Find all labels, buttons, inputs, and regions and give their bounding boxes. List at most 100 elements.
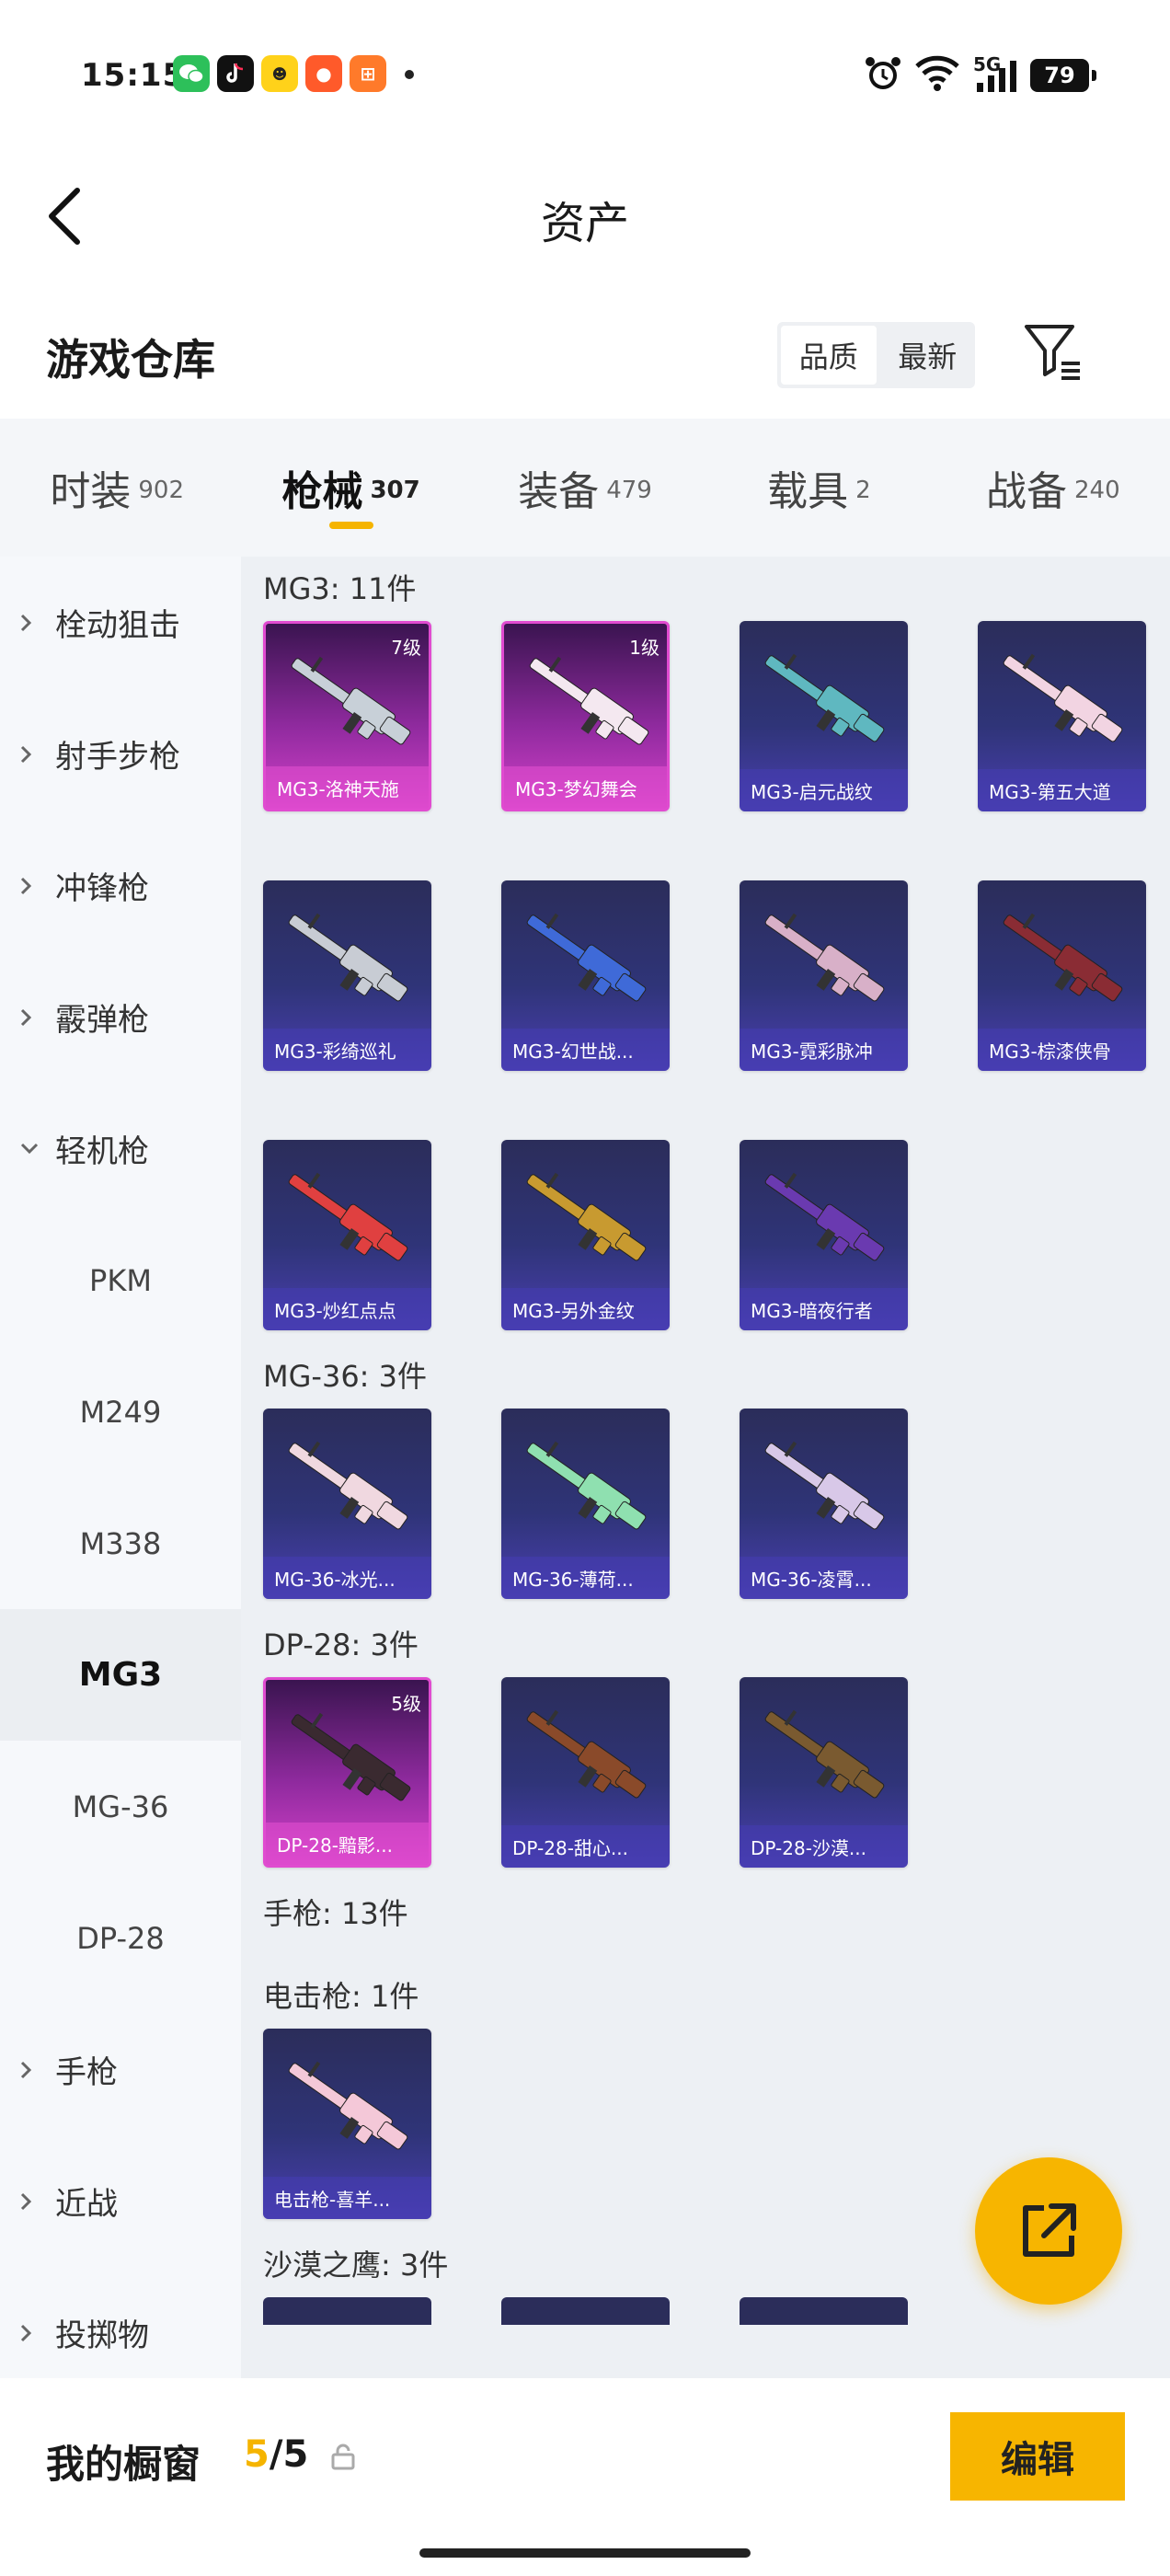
weapon-card[interactable]: MG3-第五大道 (978, 621, 1146, 811)
orange-app-icon: ⊞ (350, 55, 386, 92)
weapon-card[interactable]: 电击枪-喜羊... (263, 2029, 431, 2219)
chevron-right-icon (20, 2324, 39, 2342)
sidebar-item[interactable]: M249 (0, 1346, 241, 1478)
weapon-name: MG3-暗夜行者 (740, 1288, 908, 1330)
sidebar-item-label: 霰弹枪 (55, 1002, 149, 1039)
showcase-count: 5/5 (244, 2433, 309, 2476)
sidebar-item[interactable]: PKM (0, 1214, 241, 1346)
weapon-card[interactable]: MG-36-凌霄... (740, 1409, 908, 1599)
signal-icon (977, 61, 1016, 92)
sidebar-item-label: PKM (89, 1262, 152, 1298)
page-title: 资产 (540, 198, 629, 249)
section-title: 手枪: 13件 (263, 1896, 408, 1931)
weapon-name: MG3-棕漆侠骨 (978, 1029, 1146, 1071)
weapon-card[interactable]: MG3-棕漆侠骨 (978, 880, 1146, 1071)
weapon-card[interactable] (263, 2297, 431, 2325)
sidebar-item-label: 近战 (55, 2186, 118, 2223)
weapon-name: MG3-第五大道 (978, 769, 1146, 811)
sidebar-item-label: M249 (79, 1394, 162, 1430)
tab-vehicles[interactable]: 载具 2 (702, 419, 935, 557)
battery-icon: 79 (1030, 59, 1096, 92)
tab-equipment[interactable]: 装备 479 (468, 419, 702, 557)
sidebar-item-label: M338 (79, 1525, 162, 1561)
sidebar-item-label: 轻机枪 (55, 1133, 149, 1170)
alarm-icon (866, 57, 900, 89)
lock-icon (331, 2444, 355, 2470)
gun-image (1003, 653, 1123, 742)
sort-quality-button[interactable]: 品质 (781, 326, 877, 385)
gun-image (288, 1172, 408, 1261)
sidebar-item[interactable]: M338 (0, 1478, 241, 1609)
sidebar-item-label: 栓动狙击 (55, 607, 180, 644)
filter-icon[interactable] (1021, 319, 1085, 384)
more-notifications-dot (405, 70, 414, 79)
weapon-name: 电击枪-喜羊... (263, 2177, 431, 2219)
share-button[interactable] (975, 2157, 1122, 2305)
weapon-name: MG3-梦幻舞会 (504, 766, 667, 809)
section-title: MG-36: 3件 (263, 1359, 427, 1394)
weapon-card[interactable]: MG3-霓彩脉冲 (740, 880, 908, 1071)
weapon-card[interactable]: MG3-幻世战... (501, 880, 670, 1071)
chevron-right-icon (20, 2192, 39, 2211)
weapon-card[interactable]: 1级 MG3-梦幻舞会 (501, 621, 670, 811)
tomato-app-icon: ● (305, 55, 342, 92)
weapon-card[interactable]: MG3-彩绮巡礼 (263, 880, 431, 1071)
chevron-right-icon (20, 614, 39, 632)
sidebar-item-label: MG3 (78, 1656, 163, 1694)
chevron-right-icon (20, 1008, 39, 1027)
showcase-bar: 我的橱窗 5/5 编辑 (0, 2378, 1170, 2576)
weapon-name: MG3-炒红点点 (263, 1288, 431, 1330)
weapon-card[interactable]: MG3-启元战纹 (740, 621, 908, 811)
sidebar-item-label: 射手步枪 (55, 739, 180, 776)
weapon-card[interactable]: MG3-另外金纹 (501, 1140, 670, 1330)
tab-supplies[interactable]: 战备 240 (936, 419, 1170, 557)
sidebar-item[interactable]: 射手步枪 (0, 688, 241, 820)
sidebar-item[interactable]: DP-28 (0, 1872, 241, 2004)
tab-outfits[interactable]: 时装 902 (0, 419, 234, 557)
sidebar-item[interactable]: 轻机枪 (0, 1083, 241, 1214)
sidebar-item[interactable]: 栓动狙击 (0, 557, 241, 688)
tab-weapons[interactable]: 枪械 307 (234, 419, 467, 557)
weapon-name: DP-28-黯影... (266, 1823, 429, 1865)
sidebar-item[interactable]: 手枪 (0, 2004, 241, 2135)
weapon-card[interactable]: 5级 DP-28-黯影... (263, 1677, 431, 1868)
home-indicator[interactable] (419, 2548, 751, 2558)
weapon-level-badge: 5级 (391, 1693, 421, 1715)
weapon-card[interactable]: DP-28-甜心... (501, 1677, 670, 1868)
weapon-category-sidebar: 栓动狙击射手步枪冲锋枪霰弹枪轻机枪 PKM M249 M338 MG3 MG-36 DP-2… (0, 557, 241, 2378)
gun-image (526, 1441, 647, 1530)
status-bar: 15:15 ☻ ● ⊞ 5G 79 (0, 0, 1170, 152)
weapon-card[interactable]: MG-36-冰光... (263, 1409, 431, 1599)
wifi-icon (915, 55, 959, 91)
gun-image (291, 1712, 411, 1801)
weapon-grid: MG3: 11件 7级 MG3-洛神天施 1级 MG3-梦幻舞会 MG3-启元战纹 MG3-… (241, 557, 1170, 2378)
weapon-card[interactable]: MG3-暗夜行者 (740, 1140, 908, 1330)
weapon-card[interactable]: MG3-炒红点点 (263, 1140, 431, 1330)
category-tabs: 时装 902 枪械 307 装备 479 载具 2 战备 240 (0, 419, 1170, 557)
page-header: 资产 (0, 152, 1170, 290)
weapon-level-badge: 1级 (629, 637, 660, 659)
sidebar-item[interactable]: MG-36 (0, 1741, 241, 1872)
sidebar-item[interactable]: 冲锋枪 (0, 820, 241, 951)
sidebar-item[interactable]: 近战 (0, 2135, 241, 2267)
weapon-card[interactable]: DP-28-沙漠... (740, 1677, 908, 1868)
gun-image (526, 1709, 647, 1799)
game-app-icon: ☻ (261, 55, 298, 92)
sidebar-item[interactable]: 霰弹枪 (0, 951, 241, 1083)
weapon-card[interactable] (501, 2297, 670, 2325)
weapon-name: MG3-霓彩脉冲 (740, 1029, 908, 1071)
weapon-card[interactable]: 7级 MG3-洛神天施 (263, 621, 431, 811)
sidebar-item[interactable]: MG3 (0, 1609, 241, 1741)
weapon-name: MG3-启元战纹 (740, 769, 908, 811)
gun-image (526, 1172, 647, 1261)
share-icon (1023, 2203, 1076, 2257)
gun-image (764, 1709, 885, 1799)
weapon-level-badge: 7级 (391, 637, 421, 659)
gun-image (764, 1172, 885, 1261)
weapon-card[interactable] (740, 2297, 908, 2325)
weapon-name: MG3-彩绮巡礼 (263, 1029, 431, 1071)
edit-button[interactable]: 编辑 (950, 2412, 1125, 2501)
weapon-card[interactable]: MG-36-薄荷... (501, 1409, 670, 1599)
tiktok-icon (217, 55, 254, 92)
sort-newest-button[interactable]: 最新 (880, 322, 976, 388)
